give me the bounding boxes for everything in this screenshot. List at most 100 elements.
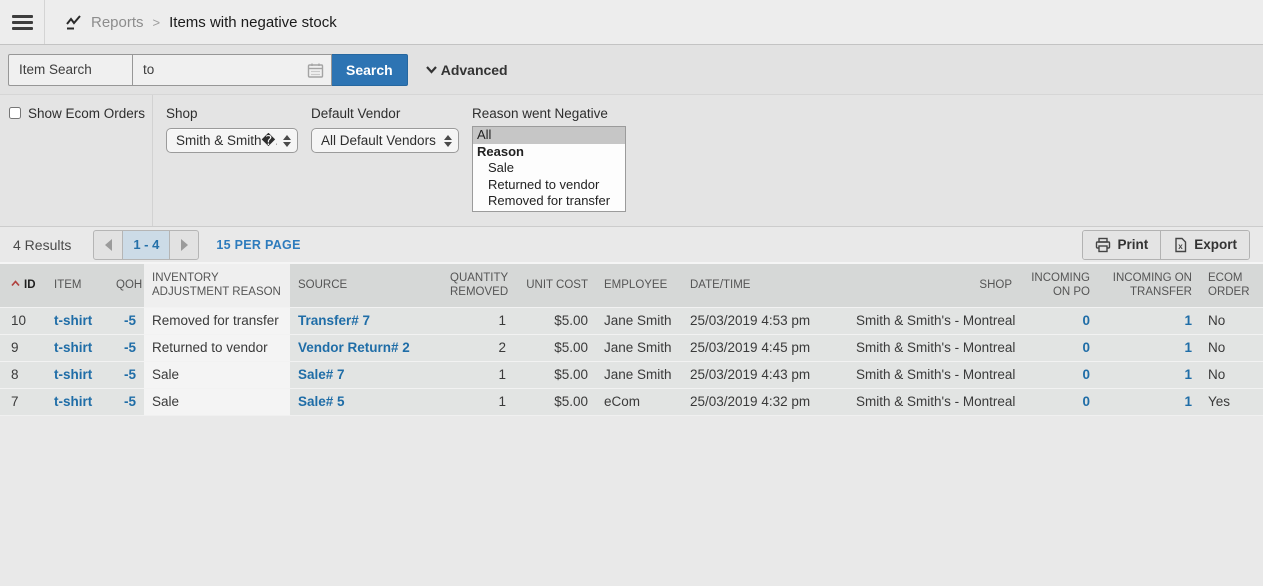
select-arrows-icon <box>283 135 291 147</box>
select-arrows-icon <box>444 135 452 147</box>
incoming-on-po-link[interactable]: 0 <box>1082 313 1090 328</box>
cell-id: 8 <box>0 361 46 388</box>
column-header-item[interactable]: ITEM <box>46 264 108 307</box>
qoh-link[interactable]: -5 <box>124 394 136 409</box>
breadcrumb-separator: > <box>153 14 161 30</box>
next-arrow-icon <box>181 239 188 251</box>
shop-select[interactable]: Smith & Smith�... <box>166 128 298 153</box>
source-link[interactable]: Sale# 5 <box>298 394 345 409</box>
cell-qoh: -5 <box>108 307 144 334</box>
prev-page-button[interactable] <box>94 231 123 259</box>
results-bar: 4 Results 1 - 4 15 PER PAGE Print x Expo… <box>0 227 1263 264</box>
incoming-on-po-link[interactable]: 0 <box>1082 367 1090 382</box>
advanced-label: Advanced <box>441 62 508 78</box>
export-button[interactable]: x Export <box>1160 231 1249 259</box>
filters-panel: Show Ecom Orders Shop Smith & Smith�... … <box>0 95 1263 227</box>
cell-item: t-shirt <box>46 388 108 415</box>
column-header-id[interactable]: ID <box>0 264 46 307</box>
reason-option[interactable]: Returned to vendor <box>473 177 625 194</box>
cell-ecom-order: Yes <box>1200 388 1263 415</box>
incoming-on-po-link[interactable]: 0 <box>1082 340 1090 355</box>
column-header-incoming-po[interactable]: INCOMING ON PO <box>1020 264 1098 307</box>
cell-incoming-on-po: 0 <box>1020 361 1098 388</box>
cell-incoming-on-po: 0 <box>1020 334 1098 361</box>
reason-option[interactable]: Removed for transfer <box>473 193 625 210</box>
pagination: 1 - 4 <box>93 230 199 260</box>
column-header-unit-cost[interactable]: UNIT COST <box>514 264 596 307</box>
cell-qoh: -5 <box>108 334 144 361</box>
source-link[interactable]: Vendor Return# 2 <box>298 340 410 355</box>
cell-quantity-removed: 1 <box>442 388 514 415</box>
cell-incoming-on-transfer: 1 <box>1098 388 1200 415</box>
cell-quantity-removed: 2 <box>442 334 514 361</box>
incoming-on-po-link[interactable]: 0 <box>1082 394 1090 409</box>
column-header-incoming-transfer[interactable]: INCOMING ON TRANSFER <box>1098 264 1200 307</box>
item-link[interactable]: t-shirt <box>54 313 92 328</box>
incoming-on-transfer-link[interactable]: 1 <box>1184 394 1192 409</box>
table-row: 9t-shirt-5Returned to vendorVendor Retur… <box>0 334 1263 361</box>
page-background <box>0 416 1263 586</box>
cell-employee: Jane Smith <box>596 307 682 334</box>
search-button[interactable]: Search <box>332 54 408 86</box>
item-link[interactable]: t-shirt <box>54 367 92 382</box>
item-search-input[interactable] <box>9 55 133 85</box>
cell-shop: Smith & Smith's - Montreal <box>848 307 1020 334</box>
reason-option[interactable]: All <box>473 127 625 144</box>
cell-datetime: 25/03/2019 4:45 pm <box>682 334 848 361</box>
qoh-link[interactable]: -5 <box>124 340 136 355</box>
cell-id: 9 <box>0 334 46 361</box>
cell-employee: eCom <box>596 388 682 415</box>
cell-incoming-on-transfer: 1 <box>1098 334 1200 361</box>
vendor-select-value: All Default Vendors <box>321 133 436 148</box>
reason-option[interactable]: Sale <box>473 160 625 177</box>
cell-reason: Sale <box>144 361 290 388</box>
source-link[interactable]: Transfer# 7 <box>298 313 370 328</box>
sort-asc-icon <box>11 277 20 291</box>
calendar-icon[interactable] <box>307 62 324 84</box>
advanced-toggle[interactable]: Advanced <box>425 62 508 78</box>
reason-listbox[interactable]: AllReasonSaleReturned to vendorRemoved f… <box>472 126 626 212</box>
svg-text:x: x <box>1179 242 1184 251</box>
cell-item: t-shirt <box>46 334 108 361</box>
cell-shop: Smith & Smith's - Montreal <box>848 388 1020 415</box>
per-page-link[interactable]: 15 PER PAGE <box>216 238 300 252</box>
column-header-shop[interactable]: SHOP <box>848 264 1020 307</box>
vendor-filter-label: Default Vendor <box>311 106 459 121</box>
breadcrumb-reports-link[interactable]: Reports <box>91 14 144 31</box>
cell-source: Sale# 7 <box>290 361 442 388</box>
top-bar: Reports > Items with negative stock <box>0 0 1263 45</box>
show-ecom-orders-checkbox[interactable] <box>9 107 21 119</box>
menu-button[interactable] <box>0 0 45 44</box>
column-header-datetime[interactable]: DATE/TIME <box>682 264 848 307</box>
source-link[interactable]: Sale# 7 <box>298 367 345 382</box>
export-label: Export <box>1194 237 1237 252</box>
column-header-quantity-removed[interactable]: QUANTITY REMOVED <box>442 264 514 307</box>
incoming-on-transfer-link[interactable]: 1 <box>1184 340 1192 355</box>
column-header-employee[interactable]: EMPLOYEE <box>596 264 682 307</box>
print-button[interactable]: Print <box>1083 231 1160 259</box>
default-vendor-select[interactable]: All Default Vendors <box>311 128 459 153</box>
incoming-on-transfer-link[interactable]: 1 <box>1184 313 1192 328</box>
cell-quantity-removed: 1 <box>442 307 514 334</box>
prev-arrow-icon <box>105 239 112 251</box>
cell-incoming-on-transfer: 1 <box>1098 361 1200 388</box>
cell-item: t-shirt <box>46 307 108 334</box>
column-header-qoh[interactable]: QOH <box>108 264 144 307</box>
cell-source: Sale# 5 <box>290 388 442 415</box>
item-link[interactable]: t-shirt <box>54 394 92 409</box>
reason-option[interactable]: Reason <box>473 144 625 161</box>
cell-item: t-shirt <box>46 361 108 388</box>
column-header-reason[interactable]: INVENTORY ADJUSTMENT REASON <box>144 264 290 307</box>
cell-unit-cost: $5.00 <box>514 307 596 334</box>
cell-id: 10 <box>0 307 46 334</box>
qoh-link[interactable]: -5 <box>124 313 136 328</box>
item-link[interactable]: t-shirt <box>54 340 92 355</box>
incoming-on-transfer-link[interactable]: 1 <box>1184 367 1192 382</box>
column-header-source[interactable]: SOURCE <box>290 264 442 307</box>
column-header-ecom-order[interactable]: ECOM ORDER <box>1200 264 1263 307</box>
cell-datetime: 25/03/2019 4:43 pm <box>682 361 848 388</box>
date-range-input[interactable] <box>133 55 331 85</box>
table-row: 8t-shirt-5SaleSale# 71$5.00Jane Smith25/… <box>0 361 1263 388</box>
qoh-link[interactable]: -5 <box>124 367 136 382</box>
next-page-button[interactable] <box>169 231 198 259</box>
